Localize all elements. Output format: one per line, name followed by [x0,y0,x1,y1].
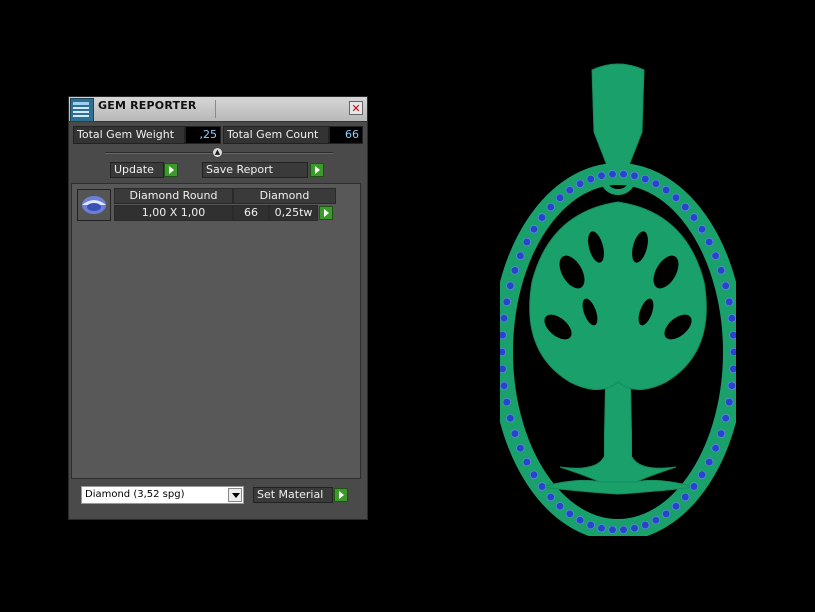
material-select[interactable]: Diamond (3,52 spg) [81,486,244,504]
pendant-gem [689,213,699,222]
pendant-gem [537,482,547,491]
gem-reporter-icon [70,98,94,122]
pendant-gem [522,237,531,247]
pendant-gem [500,364,507,373]
pendant-gem [500,331,507,340]
pendant-gem [689,482,699,491]
gem-shape-cell: Diamond Round [114,188,233,204]
pendant-gem [502,297,511,306]
gem-row-play-icon[interactable] [319,206,333,220]
pendant-gem [502,398,511,407]
pendant-gem [522,457,531,467]
pendant-gem [586,520,595,530]
gem-reporter-panel: GEM REPORTER ✕ Total Gem Weight ,25 Tota… [68,96,368,520]
pendant-gem [516,251,525,260]
title-divider [215,100,216,118]
round-gem-icon[interactable] [77,189,111,221]
pendant-gem [681,202,690,212]
panel-title: GEM REPORTER [98,99,197,112]
pendant-gem [697,225,707,234]
pendant-gem [597,171,606,180]
pendant-gem [619,525,628,534]
save-report-button[interactable]: Save Report [202,162,308,178]
pendant-gem [681,492,690,502]
pendant-preview [500,63,736,536]
pendant-gem [565,186,574,195]
pendant-gem [500,314,509,323]
pendant-gem [608,170,617,179]
pendant-gem [705,457,714,467]
pendant-gem [729,364,736,373]
pendant-gem [510,429,519,438]
update-play-icon[interactable] [164,163,178,177]
pendant-gem [500,347,507,357]
pendant-gem [529,225,539,234]
pendant-gem [575,516,585,525]
pendant-gem [537,213,547,222]
material-select-value: Diamond (3,52 spg) [85,489,185,500]
gem-size-cell: 1,00 X 1,00 [114,205,233,221]
set-material-button[interactable]: Set Material [253,487,333,503]
pendant-gem [721,414,730,423]
total-gem-weight-label: Total Gem Weight [73,126,185,144]
pendant-gem [546,202,555,212]
gem-weight-cell: 0,25tw [269,205,318,221]
pendant-gem [506,281,515,290]
splitter-handle[interactable]: ▲ [212,147,223,158]
update-button[interactable]: Update [110,162,164,178]
pendant-gem [641,520,650,530]
pendant-gem [717,266,726,275]
pendant-gem [630,171,639,180]
pendant-gem [662,509,671,519]
pendant-gem [546,492,555,502]
pendant-gem [586,174,595,184]
pendant-gem [500,381,509,390]
pendant-gem [671,193,681,202]
pendant-gem [555,193,565,202]
pendant-gem [506,414,515,423]
pendant-gem [641,174,650,184]
pendant-gem [717,429,726,438]
pendant-gem [630,524,639,533]
close-button[interactable]: ✕ [349,101,363,115]
pendant-gem [711,251,720,260]
pendant-gem [651,516,660,525]
pendant-gem [705,237,714,247]
pendant-gem [565,509,574,519]
title-bar[interactable]: GEM REPORTER ✕ [69,97,367,122]
pendant-gem [725,398,734,407]
total-gem-count-label: Total Gem Count [223,126,329,144]
pendant-gem [725,297,734,306]
pendant-gem [662,186,671,195]
gem-material-cell: Diamond [233,188,336,204]
set-material-play-icon[interactable] [334,488,348,502]
pendant-gem [619,170,628,179]
pendant-gem [729,331,736,340]
pendant-gem [721,281,730,290]
save-report-play-icon[interactable] [310,163,324,177]
total-gem-weight-value: ,25 [185,126,221,144]
pendant-gem [729,347,736,357]
pendant-gem [529,470,539,479]
pendant-gem [711,444,720,453]
pendant-gem [727,381,736,390]
gem-count-cell: 66 [233,205,269,221]
pendant-gem [697,470,707,479]
pendant-gem [608,525,617,534]
pendant-gem [575,179,585,188]
pendant-gem [597,524,606,533]
pendant-gem [510,266,519,275]
pendant-gem [671,502,681,511]
pendant-gem [727,314,736,323]
pendant-gem [651,179,660,188]
chevron-down-icon[interactable] [228,488,242,502]
gem-list [71,183,361,479]
pendant-gem [555,502,565,511]
pendant-gem [516,444,525,453]
total-gem-count-value: 66 [329,126,363,144]
